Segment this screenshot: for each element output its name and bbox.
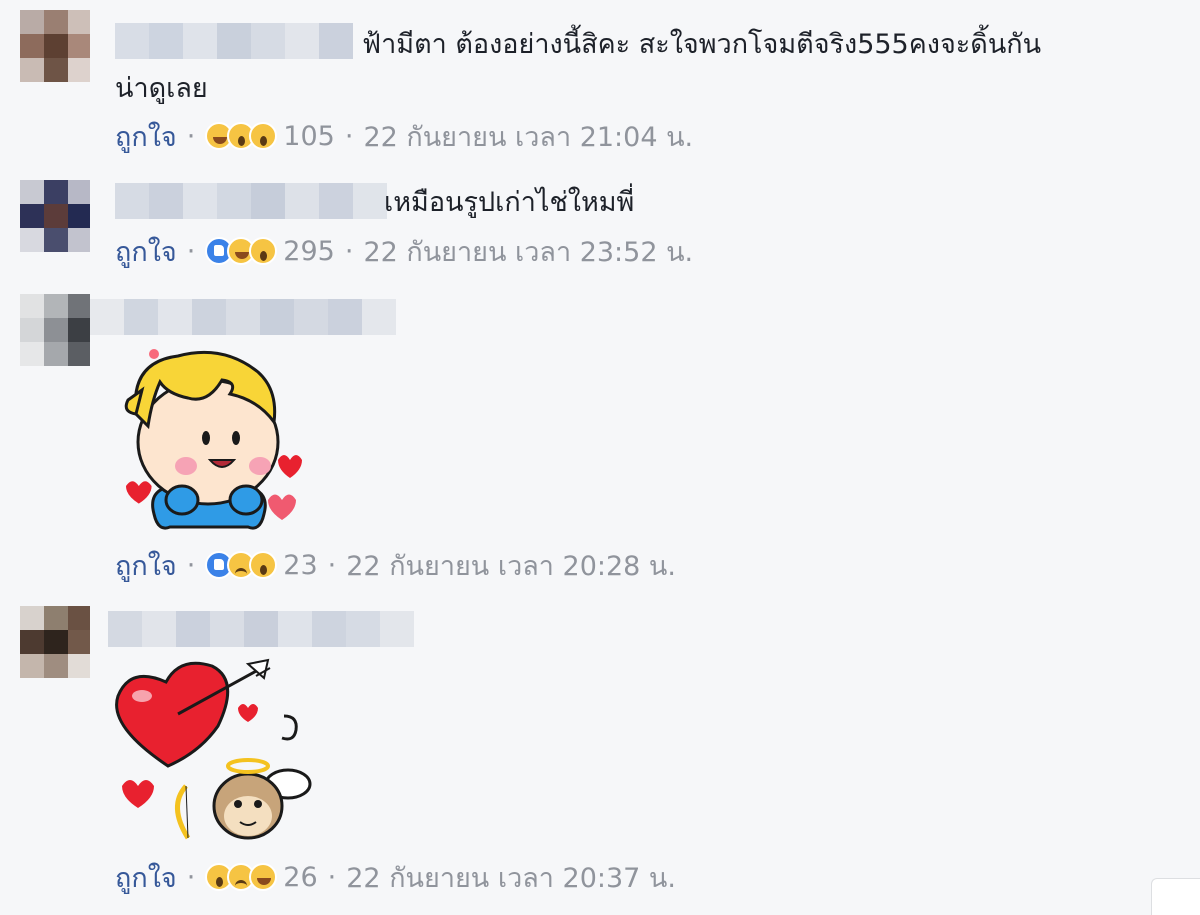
separator: · xyxy=(344,235,354,267)
timestamp[interactable]: 22 กันยายน เวลา 20:28 น. xyxy=(346,544,676,587)
heart-arrow-monkey-sticker xyxy=(115,658,312,840)
reactions[interactable] xyxy=(205,237,278,265)
comment-text-line2: น่าดูเลย xyxy=(115,73,208,104)
like-button[interactable]: ถูกใจ xyxy=(115,230,177,273)
reaction-count[interactable]: 105 xyxy=(283,121,335,152)
wow-reaction-icon xyxy=(249,122,278,150)
author-name-blurred[interactable] xyxy=(90,294,396,340)
separator: · xyxy=(327,861,337,893)
reaction-count[interactable]: 23 xyxy=(283,550,317,581)
haha-reaction-icon xyxy=(249,863,278,891)
timestamp[interactable]: 22 กันยายน เวลา 23:52 น. xyxy=(363,230,693,273)
author-name-blurred[interactable] xyxy=(108,606,414,652)
comment-text-line1: ฟ้ามีตา ต้องอย่างนี้สิคะ สะใจพวกโจมตีจริ… xyxy=(362,29,1042,60)
wow-reaction-icon xyxy=(249,551,278,579)
separator: · xyxy=(186,549,196,581)
avatar[interactable] xyxy=(20,180,90,270)
comment-meta: ถูกใจ · 295 · 22 กันยายน เวลา 23:52 น. xyxy=(115,231,693,271)
avatar[interactable] xyxy=(20,10,90,100)
timestamp[interactable]: 22 กันยายน เวลา 20:37 น. xyxy=(346,856,676,899)
separator: · xyxy=(186,120,196,152)
avatar[interactable] xyxy=(20,294,90,384)
reactions[interactable] xyxy=(205,122,278,150)
like-button[interactable]: ถูกใจ xyxy=(115,856,177,899)
avatar[interactable] xyxy=(20,606,90,696)
like-button[interactable]: ถูกใจ xyxy=(115,544,177,587)
separator: · xyxy=(344,120,354,152)
chat-tab-corner[interactable] xyxy=(1151,878,1200,915)
reactions[interactable] xyxy=(205,551,278,579)
timestamp[interactable]: 22 กันยายน เวลา 21:04 น. xyxy=(363,115,693,158)
separator: · xyxy=(186,861,196,893)
separator: · xyxy=(186,235,196,267)
like-button[interactable]: ถูกใจ xyxy=(115,115,177,158)
comment-meta: ถูกใจ · 23 · 22 กันยายน เวลา 20:28 น. xyxy=(115,545,676,585)
author-name-blurred[interactable] xyxy=(115,178,387,224)
comment-meta: ถูกใจ · 105 · 22 กันยายน เวลา 21:04 น. xyxy=(115,116,693,156)
reaction-count[interactable]: 26 xyxy=(283,862,317,893)
boy-hearts-sticker xyxy=(124,349,302,530)
separator: · xyxy=(327,549,337,581)
wow-reaction-icon xyxy=(249,237,278,265)
comment-text-line1: เหมือนรูปเก่าไช่ใหมพี่ xyxy=(384,187,635,218)
reactions[interactable] xyxy=(205,863,278,891)
comment-meta: ถูกใจ · 26 · 22 กันยายน เวลา 20:37 น. xyxy=(115,857,676,897)
reaction-count[interactable]: 295 xyxy=(283,236,335,267)
author-name-blurred[interactable] xyxy=(115,18,353,64)
